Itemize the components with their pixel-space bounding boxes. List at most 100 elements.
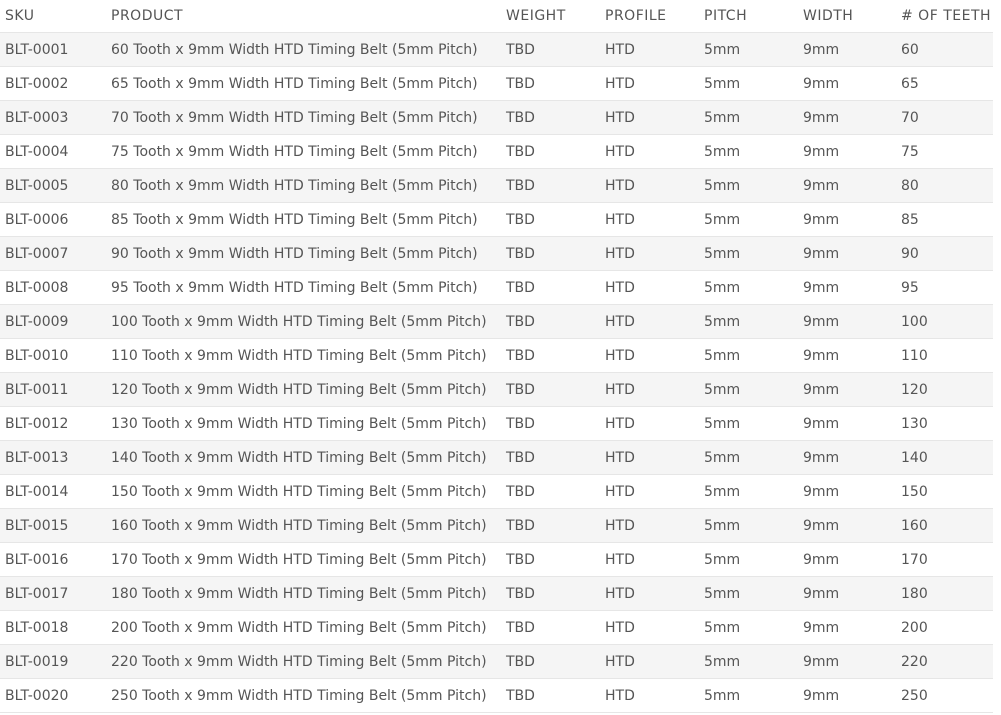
width-cell: 9mm [798,440,896,475]
width-cell: 9mm [798,678,896,713]
teeth-cell: 70 [896,100,993,135]
product-cell: 100 Tooth x 9mm Width HTD Timing Belt (5… [106,304,501,339]
table-row[interactable]: BLT-0012 130 Tooth x 9mm Width HTD Timing… [0,406,993,441]
column-header-pitch[interactable]: PITCH [699,0,798,33]
product-cell: 75 Tooth x 9mm Width HTD Timing Belt (5m… [106,134,501,169]
profile-cell: HTD [600,236,699,271]
table-row[interactable]: BLT-0015 160 Tooth x 9mm Width HTD Timing… [0,508,993,543]
table-row[interactable]: BLT-0009 100 Tooth x 9mm Width HTD Timing… [0,304,993,339]
profile-cell: HTD [600,440,699,475]
width-cell: 9mm [798,134,896,169]
pitch-cell: 5mm [699,32,798,67]
weight-cell: TBD [501,372,600,407]
teeth-cell: 130 [896,406,993,441]
teeth-cell: 60 [896,32,993,67]
weight-cell: TBD [501,32,600,67]
width-cell: 9mm [798,406,896,441]
pitch-cell: 5mm [699,406,798,441]
weight-cell: TBD [501,508,600,543]
table-row[interactable]: BLT-0010 110 Tooth x 9mm Width HTD Timing… [0,338,993,373]
sku-cell: BLT-0019 [0,644,106,679]
weight-cell: TBD [501,644,600,679]
sku-cell: BLT-0002 [0,66,106,101]
table-row[interactable]: BLT-0003 70 Tooth x 9mm Width HTD Timing … [0,100,993,135]
table-row[interactable]: BLT-0013 140 Tooth x 9mm Width HTD Timing… [0,440,993,475]
sku-cell: BLT-0017 [0,576,106,611]
product-cell: 250 Tooth x 9mm Width HTD Timing Belt (5… [106,678,501,713]
sku-cell: BLT-0013 [0,440,106,475]
table-row[interactable]: BLT-0016 170 Tooth x 9mm Width HTD Timing… [0,542,993,577]
profile-cell: HTD [600,576,699,611]
column-header-weight[interactable]: WEIGHT [501,0,600,33]
weight-cell: TBD [501,100,600,135]
profile-cell: HTD [600,304,699,339]
table-row[interactable]: BLT-0020 250 Tooth x 9mm Width HTD Timing… [0,678,993,713]
profile-cell: HTD [600,338,699,373]
product-cell: 60 Tooth x 9mm Width HTD Timing Belt (5m… [106,32,501,67]
teeth-cell: 100 [896,304,993,339]
table-row[interactable]: BLT-0014 150 Tooth x 9mm Width HTD Timing… [0,474,993,509]
width-cell: 9mm [798,542,896,577]
sku-cell: BLT-0016 [0,542,106,577]
pitch-cell: 5mm [699,474,798,509]
column-header-sku[interactable]: SKU [0,0,106,33]
width-cell: 9mm [798,202,896,237]
pitch-cell: 5mm [699,440,798,475]
profile-cell: HTD [600,542,699,577]
pitch-cell: 5mm [699,168,798,203]
teeth-cell: 200 [896,610,993,645]
sku-cell: BLT-0001 [0,32,106,67]
width-cell: 9mm [798,474,896,509]
product-cell: 110 Tooth x 9mm Width HTD Timing Belt (5… [106,338,501,373]
weight-cell: TBD [501,168,600,203]
profile-cell: HTD [600,610,699,645]
pitch-cell: 5mm [699,644,798,679]
product-cell: 150 Tooth x 9mm Width HTD Timing Belt (5… [106,474,501,509]
width-cell: 9mm [798,304,896,339]
table-row[interactable]: BLT-0005 80 Tooth x 9mm Width HTD Timing … [0,168,993,203]
sku-cell: BLT-0014 [0,474,106,509]
sku-cell: BLT-0012 [0,406,106,441]
column-header-teeth[interactable]: # OF TEETH [896,0,993,33]
width-cell: 9mm [798,66,896,101]
table-row[interactable]: BLT-0001 60 Tooth x 9mm Width HTD Timing … [0,32,993,67]
column-header-product[interactable]: PRODUCT [106,0,501,33]
product-cell: 200 Tooth x 9mm Width HTD Timing Belt (5… [106,610,501,645]
column-header-profile[interactable]: PROFILE [600,0,699,33]
weight-cell: TBD [501,474,600,509]
product-table: SKU PRODUCT WEIGHT PROFILE PITCH WIDTH #… [0,0,993,713]
width-cell: 9mm [798,372,896,407]
pitch-cell: 5mm [699,542,798,577]
pitch-cell: 5mm [699,304,798,339]
table-row[interactable]: BLT-0006 85 Tooth x 9mm Width HTD Timing … [0,202,993,237]
pitch-cell: 5mm [699,134,798,169]
table-row[interactable]: BLT-0019 220 Tooth x 9mm Width HTD Timing… [0,644,993,679]
profile-cell: HTD [600,678,699,713]
profile-cell: HTD [600,168,699,203]
teeth-cell: 85 [896,202,993,237]
teeth-cell: 170 [896,542,993,577]
table-row[interactable]: BLT-0004 75 Tooth x 9mm Width HTD Timing … [0,134,993,169]
sku-cell: BLT-0010 [0,338,106,373]
pitch-cell: 5mm [699,610,798,645]
table-row[interactable]: BLT-0007 90 Tooth x 9mm Width HTD Timing … [0,236,993,271]
teeth-cell: 150 [896,474,993,509]
table-row[interactable]: BLT-0008 95 Tooth x 9mm Width HTD Timing … [0,270,993,305]
weight-cell: TBD [501,134,600,169]
table-row[interactable]: BLT-0017 180 Tooth x 9mm Width HTD Timing… [0,576,993,611]
width-cell: 9mm [798,610,896,645]
width-cell: 9mm [798,576,896,611]
weight-cell: TBD [501,304,600,339]
table-row[interactable]: BLT-0011 120 Tooth x 9mm Width HTD Timing… [0,372,993,407]
teeth-cell: 180 [896,576,993,611]
table-row[interactable]: BLT-0018 200 Tooth x 9mm Width HTD Timing… [0,610,993,645]
profile-cell: HTD [600,100,699,135]
product-cell: 70 Tooth x 9mm Width HTD Timing Belt (5m… [106,100,501,135]
column-header-width[interactable]: WIDTH [798,0,896,33]
product-cell: 160 Tooth x 9mm Width HTD Timing Belt (5… [106,508,501,543]
weight-cell: TBD [501,66,600,101]
weight-cell: TBD [501,270,600,305]
teeth-cell: 95 [896,270,993,305]
table-row[interactable]: BLT-0002 65 Tooth x 9mm Width HTD Timing … [0,66,993,101]
weight-cell: TBD [501,338,600,373]
